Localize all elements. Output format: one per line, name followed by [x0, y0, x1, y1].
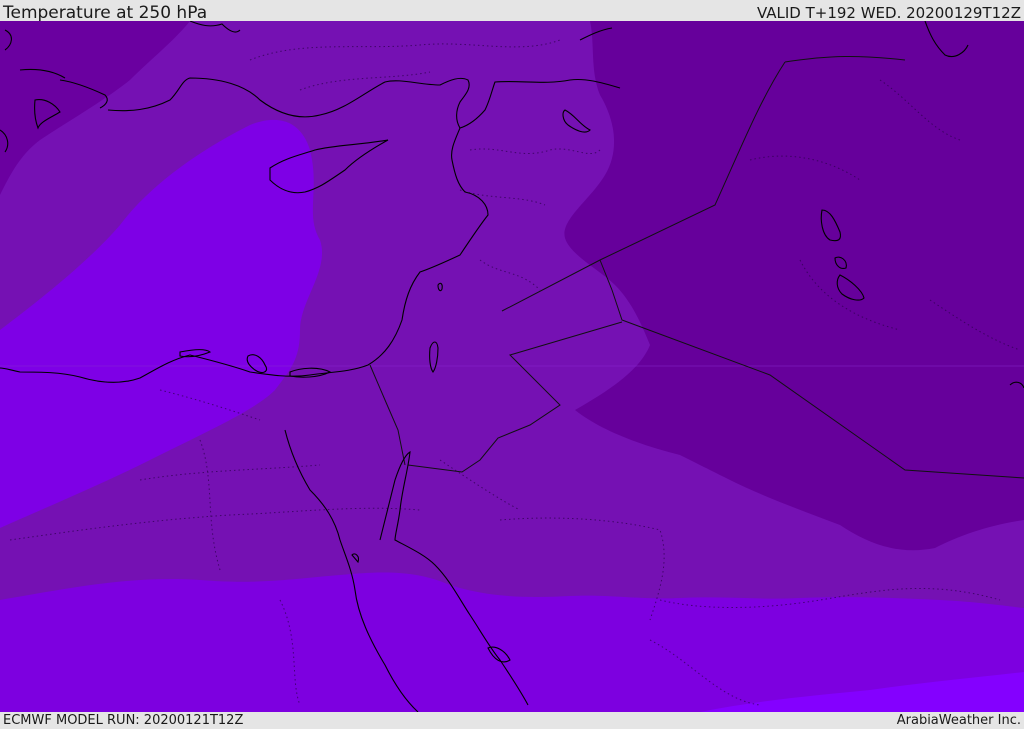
- credit-label: ArabiaWeather Inc.: [896, 713, 1021, 728]
- map-title: Temperature at 250 hPa: [3, 3, 208, 23]
- model-run-label: ECMWF MODEL RUN: 20200121T12Z: [3, 713, 244, 728]
- map-page: Temperature at 250 hPa VALID T+192 WED. …: [0, 0, 1024, 729]
- valid-time-label: VALID T+192 WED. 20200129T12Z: [756, 4, 1021, 22]
- temperature-map: [0, 21, 1024, 712]
